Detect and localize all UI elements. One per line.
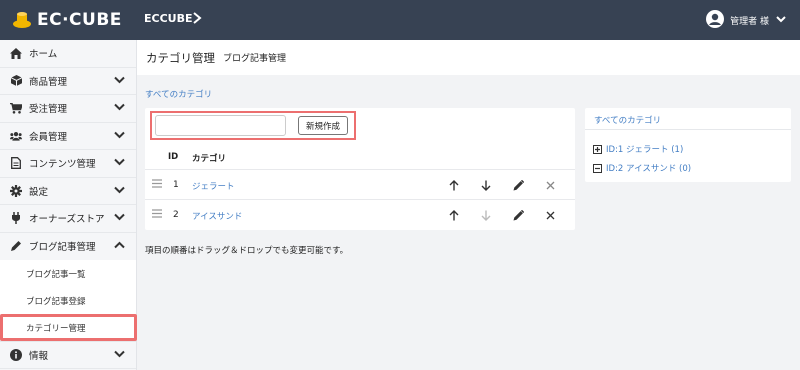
gear-icon xyxy=(10,184,22,197)
breadcrumb-all-categories[interactable]: すべてのカテゴリ xyxy=(145,88,212,100)
plug-icon xyxy=(10,212,22,225)
sidebar-item-label: ホーム xyxy=(29,49,58,61)
chevron-down-icon xyxy=(114,186,125,197)
sidebar-item-home[interactable]: ホーム xyxy=(0,40,136,68)
chevron-down-icon xyxy=(114,103,125,114)
user-name: 管理者 様 xyxy=(730,17,769,27)
chevron-up-icon xyxy=(114,241,125,252)
sidebar-item-label: ブログ記事管理 xyxy=(29,242,96,254)
logo[interactable]: EC·CUBE xyxy=(12,10,122,30)
table-row[interactable]: 1 ジェラート xyxy=(145,169,575,199)
sidebar-item-info[interactable]: 情報 xyxy=(0,341,136,369)
row-category-link[interactable]: アイスサンド xyxy=(192,210,242,222)
chevron-down-icon xyxy=(114,158,125,169)
expand-icon[interactable] xyxy=(593,144,602,154)
sidebar-item-label: 設定 xyxy=(29,186,49,198)
page-header: カテゴリ管理 ブログ記事管理 xyxy=(137,40,800,75)
sidebar-item-members[interactable]: 会員管理 xyxy=(0,123,136,150)
sidebar-item-contents[interactable]: コンテンツ管理 xyxy=(0,150,136,178)
delete-icon[interactable] xyxy=(543,178,557,192)
tree-item-label: ID:1 ジェラート (1) xyxy=(606,145,684,155)
user-menu[interactable]: 管理者 様 xyxy=(706,10,786,31)
tree-item[interactable]: ID:2 アイスサンド (0) xyxy=(593,162,691,174)
arrow-up-icon[interactable] xyxy=(447,208,461,222)
sidebar-subitem-blog-register[interactable]: ブログ記事登録 xyxy=(0,287,136,314)
sidebar-item-label: コンテンツ管理 xyxy=(29,159,96,171)
sidebar-subitem-category[interactable]: カテゴリー管理 xyxy=(0,314,137,341)
sidebar-item-label: オーナーズストア xyxy=(29,214,105,226)
collapse-icon[interactable] xyxy=(593,163,602,173)
tree-item[interactable]: ID:1 ジェラート (1) xyxy=(593,143,683,155)
chevron-down-icon xyxy=(776,15,786,26)
logo-text: EC·CUBE xyxy=(37,10,122,30)
chevron-down-icon xyxy=(114,350,125,361)
file-icon xyxy=(10,157,22,170)
arrow-down-icon xyxy=(479,208,493,222)
pen-icon xyxy=(10,240,22,252)
info-icon xyxy=(10,348,22,361)
top-bar: EC·CUBE ECCUBE 管理者 様 xyxy=(0,0,800,40)
sidebar-item-label: 情報 xyxy=(29,350,49,362)
sidebar-item-settings[interactable]: 設定 xyxy=(0,178,136,205)
pencil-icon[interactable] xyxy=(511,208,525,222)
sidebar-item-orders[interactable]: 受注管理 xyxy=(0,95,136,123)
avatar-icon xyxy=(706,10,725,31)
pencil-icon[interactable] xyxy=(511,178,525,192)
chevron-right-icon[interactable] xyxy=(192,11,202,28)
drag-handle-icon[interactable] xyxy=(152,209,162,221)
sidebar-subitem-blog-list[interactable]: ブログ記事一覧 xyxy=(0,260,136,287)
tree-all-categories-link[interactable]: すべてのカテゴリ xyxy=(585,108,791,130)
column-header-id: ID xyxy=(168,152,179,162)
row-category-link[interactable]: ジェラート xyxy=(192,180,235,192)
row-id: 1 xyxy=(173,180,179,190)
page-subtitle: ブログ記事管理 xyxy=(223,54,287,64)
table-row[interactable]: 2 アイスサンド xyxy=(145,199,575,229)
sidebar-item-label: 商品管理 xyxy=(29,76,68,88)
drag-handle-icon[interactable] xyxy=(152,179,162,191)
sidebar-subitem-label: ブログ記事一覧 xyxy=(26,269,86,280)
category-tree-card: すべてのカテゴリ ID:1 ジェラート (1) ID:2 アイスサンド (0) xyxy=(585,108,791,182)
cart-icon xyxy=(10,102,22,114)
shop-name[interactable]: ECCUBE xyxy=(144,12,193,25)
row-id: 2 xyxy=(173,210,179,220)
sidebar-subitem-label: ブログ記事登録 xyxy=(26,296,86,307)
chevron-down-icon xyxy=(114,76,125,87)
chevron-down-icon xyxy=(114,213,125,224)
chevron-down-icon xyxy=(114,131,125,142)
sidebar-item-products[interactable]: 商品管理 xyxy=(0,68,136,95)
category-list-card: 新規作成 ID カテゴリ 1 ジェラート 2 アイスサンド xyxy=(145,108,575,230)
logo-cube-icon xyxy=(12,11,32,29)
sidebar: ホーム 商品管理 受注管理 会員管理 コンテンツ管理 設定 オーナーズストア ブ… xyxy=(0,40,137,370)
arrow-up-icon[interactable] xyxy=(447,178,461,192)
new-category-form: 新規作成 xyxy=(150,111,356,140)
arrow-down-icon[interactable] xyxy=(479,178,493,192)
users-icon xyxy=(10,130,22,142)
create-button[interactable]: 新規作成 xyxy=(298,116,348,135)
sidebar-subitem-label: カテゴリー管理 xyxy=(26,323,86,334)
category-name-input[interactable] xyxy=(155,115,286,136)
drag-drop-hint: 項目の順番はドラッグ＆ドロップでも変更可能です。 xyxy=(145,246,349,256)
sidebar-item-blog[interactable]: ブログ記事管理 xyxy=(0,233,136,261)
page-title: カテゴリ管理 xyxy=(146,50,215,65)
delete-icon[interactable] xyxy=(543,208,557,222)
sidebar-item-label: 会員管理 xyxy=(29,131,68,143)
tree-item-label: ID:2 アイスサンド (0) xyxy=(606,164,692,174)
box-icon xyxy=(10,75,22,87)
sidebar-item-owners-store[interactable]: オーナーズストア xyxy=(0,205,136,233)
home-icon xyxy=(10,47,22,59)
column-header-category: カテゴリ xyxy=(192,154,227,164)
sidebar-item-label: 受注管理 xyxy=(29,104,68,116)
